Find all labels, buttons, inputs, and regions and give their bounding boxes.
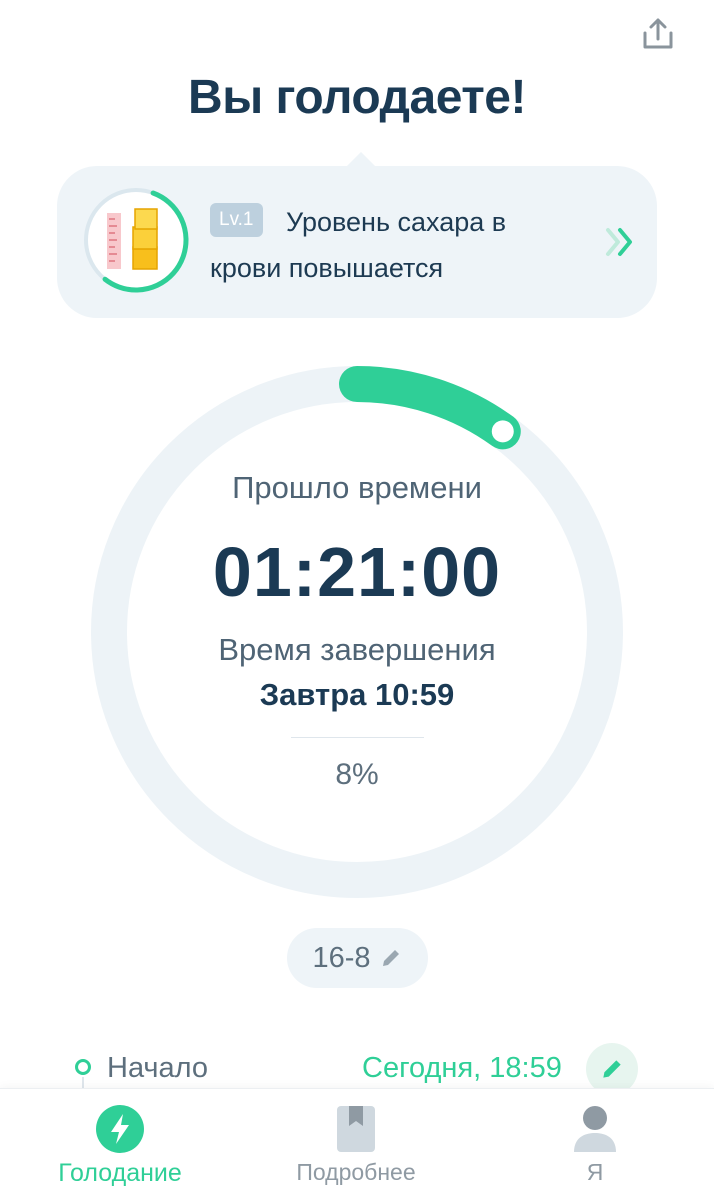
end-time-label: Время завершения [218,632,496,667]
tab-more[interactable]: Подробнее [281,1089,431,1201]
lightning-icon [96,1105,144,1153]
timeline-dot [75,1059,91,1075]
chevron-double-right-icon [606,228,632,256]
fasting-stage-card[interactable]: Lv.1 Уровень сахара в крови повышается [57,152,657,318]
pencil-icon [603,1060,621,1078]
tab-label: Голодание [58,1159,182,1187]
tab-fasting[interactable]: Голодание [38,1089,202,1201]
end-time-value: Завтра 10:59 [259,677,455,712]
elapsed-label: Прошло времени [232,470,482,505]
share-button[interactable] [638,14,678,54]
start-time[interactable]: Сегодня, 18:59 [362,1052,562,1085]
progress-knob [491,420,514,443]
book-icon [337,1106,375,1152]
pencil-icon [382,950,399,966]
tab-me[interactable]: Я [550,1089,640,1201]
start-label: Начало [107,1052,209,1084]
tab-label: Я [586,1159,604,1185]
page-title: Вы голодаете! [188,71,526,124]
plan-label: 16-8 [312,941,371,974]
progress-percent: 8% [335,758,379,791]
share-icon [643,18,673,49]
card-pointer [347,152,375,166]
bottom-tab-bar: Голодание Подробнее Я [0,1088,714,1201]
fasting-plan-button[interactable]: 16-8 [287,928,428,988]
tab-label: Подробнее [296,1159,416,1185]
divider [291,737,424,738]
user-icon [574,1106,616,1152]
stage-description: Уровень сахара в крови повышается [210,207,507,283]
elapsed-time: 01:21:00 [212,533,502,611]
stage-progress-ring [83,187,189,293]
